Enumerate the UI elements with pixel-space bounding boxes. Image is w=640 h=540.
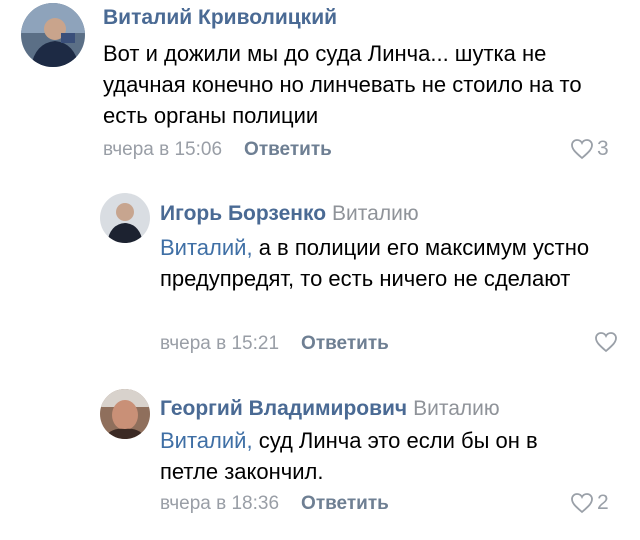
comment-3-avatar[interactable] [100, 389, 150, 439]
user-photo-avatar-icon [100, 389, 150, 439]
like-button[interactable]: 2 [570, 491, 609, 515]
comment-author[interactable]: Георгий Владимирович [160, 397, 407, 420]
reply-button[interactable]: Ответить [301, 333, 389, 354]
reply-to-label[interactable]: Виталию [413, 397, 500, 420]
comment-timestamp: вчера в 18:36 [160, 493, 280, 514]
comment-1-avatar[interactable] [21, 3, 85, 67]
comment-timestamp: вчера в 15:21 [160, 333, 280, 354]
comment-timestamp: вчера в 15:06 [103, 139, 223, 160]
comment-1-header: Виталий Криволицкий [103, 6, 337, 30]
comment-meta: вчера в 15:06 Ответить [103, 139, 332, 161]
comment-2-header: Игорь Борзенко Виталию [160, 202, 419, 226]
comment-meta: вчера в 15:21 Ответить [160, 333, 389, 355]
comment-text: Вот и дожили мы до суда Линча... шутка н… [103, 38, 623, 131]
comment-3-header: Георгий Владимирович Виталию [160, 397, 500, 421]
like-count: 2 [597, 491, 609, 514]
comment-text: Виталий, суд Линча это если бы он в петл… [160, 425, 600, 487]
comment-text: Виталий, а в полиции его максимум устно … [160, 232, 600, 294]
mention-link[interactable]: Виталий, [160, 235, 253, 260]
heart-icon [571, 139, 593, 160]
comment-body: Вот и дожили мы до суда Линча... шутка н… [103, 41, 582, 128]
like-count: 3 [597, 137, 609, 160]
user-photo-avatar-icon [21, 3, 85, 67]
comment-meta: вчера в 18:36 Ответить [160, 493, 389, 515]
user-photo-avatar-icon [100, 193, 150, 243]
reply-to-label[interactable]: Виталию [332, 202, 419, 225]
like-button[interactable] [594, 331, 621, 353]
reply-button[interactable]: Ответить [244, 139, 332, 160]
mention-link[interactable]: Виталий, [160, 428, 253, 453]
heart-icon [571, 493, 593, 514]
reply-button[interactable]: Ответить [301, 493, 389, 514]
comment-author[interactable]: Виталий Криволицкий [103, 6, 337, 29]
heart-icon [595, 332, 617, 353]
like-button[interactable]: 3 [570, 137, 609, 161]
comment-author[interactable]: Игорь Борзенко [160, 202, 326, 225]
comment-2-avatar[interactable] [100, 193, 150, 243]
